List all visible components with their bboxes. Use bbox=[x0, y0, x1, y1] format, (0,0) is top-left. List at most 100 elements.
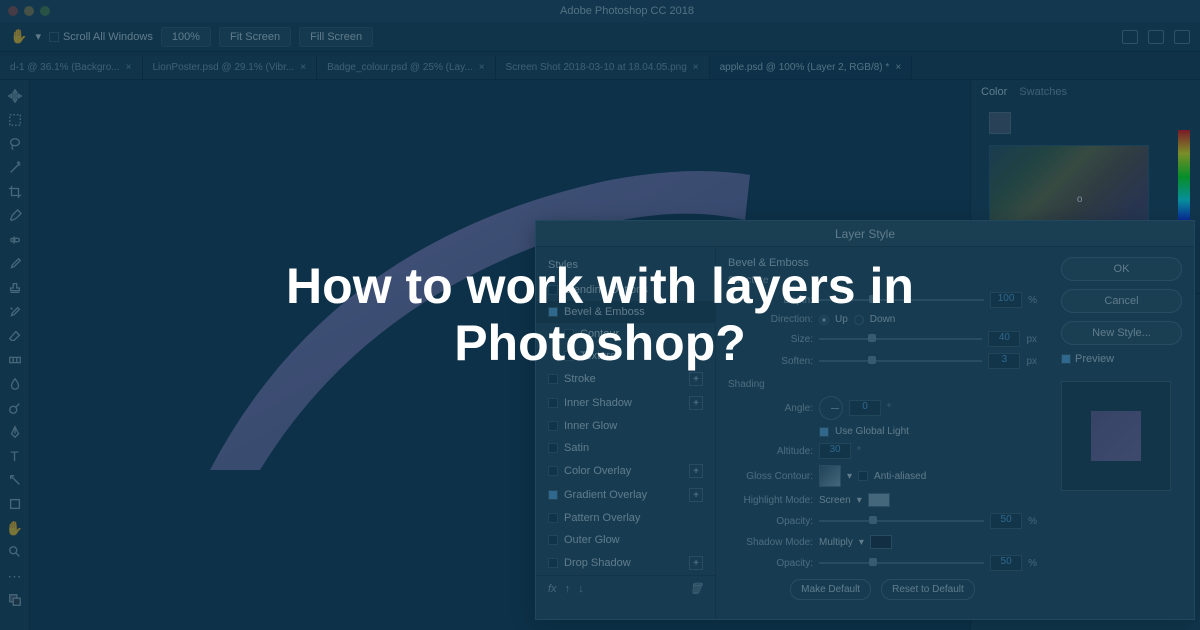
soften-slider[interactable] bbox=[819, 360, 982, 362]
style-checkbox[interactable] bbox=[564, 329, 574, 339]
zoom-level[interactable]: 100% bbox=[161, 27, 211, 47]
scroll-all-checkbox[interactable]: Scroll All Windows bbox=[49, 31, 153, 43]
move-tool-icon[interactable] bbox=[0, 84, 29, 108]
style-row[interactable]: Inner Glow bbox=[536, 415, 715, 437]
style-checkbox[interactable] bbox=[548, 466, 558, 476]
dropdown-icon[interactable]: ▾ bbox=[859, 537, 864, 548]
angle-dial[interactable] bbox=[819, 396, 843, 420]
depth-input[interactable]: 100 bbox=[990, 292, 1022, 308]
highlight-mode-select[interactable]: Screen bbox=[819, 495, 851, 506]
shadow-color-swatch[interactable] bbox=[870, 535, 892, 549]
fill-screen-button[interactable]: Fill Screen bbox=[299, 27, 373, 47]
up-icon[interactable]: ↑ bbox=[565, 583, 571, 595]
style-row[interactable]: Inner Shadow+ bbox=[536, 391, 715, 415]
shape-tool-icon[interactable] bbox=[0, 492, 29, 516]
close-icon[interactable] bbox=[8, 6, 18, 16]
brush-tool-icon[interactable] bbox=[0, 252, 29, 276]
blur-tool-icon[interactable] bbox=[0, 372, 29, 396]
antialias-checkbox[interactable] bbox=[858, 471, 868, 481]
eraser-tool-icon[interactable] bbox=[0, 324, 29, 348]
shadow-mode-select[interactable]: Multiply bbox=[819, 537, 853, 548]
style-checkbox[interactable] bbox=[548, 443, 558, 453]
more-tools-icon[interactable]: ⋯ bbox=[0, 564, 29, 588]
stamp-tool-icon[interactable] bbox=[0, 276, 29, 300]
pen-tool-icon[interactable] bbox=[0, 420, 29, 444]
close-icon[interactable]: × bbox=[895, 62, 901, 73]
style-row[interactable]: Contour bbox=[536, 323, 715, 345]
close-icon[interactable]: × bbox=[693, 62, 699, 73]
share-icon[interactable] bbox=[1174, 30, 1190, 44]
dodge-tool-icon[interactable] bbox=[0, 396, 29, 420]
style-checkbox[interactable] bbox=[548, 513, 558, 523]
zoom-tool-icon[interactable] bbox=[0, 540, 29, 564]
heal-tool-icon[interactable] bbox=[0, 228, 29, 252]
cancel-button[interactable]: Cancel bbox=[1061, 289, 1182, 313]
make-default-button[interactable]: Make Default bbox=[790, 579, 871, 600]
tab-doc-1[interactable]: d-1 @ 36.1% (Backgro...× bbox=[0, 56, 143, 79]
ok-button[interactable]: OK bbox=[1061, 257, 1182, 281]
close-icon[interactable]: × bbox=[300, 62, 306, 73]
hand-tool-icon[interactable]: ✋ bbox=[0, 516, 29, 540]
h-opacity-input[interactable]: 50 bbox=[990, 513, 1022, 529]
tab-doc-3[interactable]: Badge_colour.psd @ 25% (Lay...× bbox=[317, 56, 495, 79]
hand-tool-icon[interactable]: ✋ bbox=[10, 28, 27, 45]
new-style-button[interactable]: New Style... bbox=[1061, 321, 1182, 345]
history-brush-icon[interactable] bbox=[0, 300, 29, 324]
soften-input[interactable]: 3 bbox=[988, 353, 1020, 369]
style-row[interactable]: Pattern Overlay bbox=[536, 507, 715, 529]
fg-swatch[interactable] bbox=[989, 112, 1011, 134]
marquee-tool-icon[interactable] bbox=[0, 108, 29, 132]
style-row[interactable]: Texture bbox=[536, 345, 715, 367]
preview-checkbox[interactable]: Preview bbox=[1061, 353, 1182, 365]
style-row[interactable]: Color Overlay+ bbox=[536, 459, 715, 483]
style-checkbox[interactable] bbox=[564, 351, 574, 361]
minimize-icon[interactable] bbox=[24, 6, 34, 16]
plus-icon[interactable]: + bbox=[689, 396, 703, 410]
down-icon[interactable]: ↓ bbox=[578, 583, 584, 595]
up-radio[interactable] bbox=[819, 315, 829, 325]
crop-tool-icon[interactable] bbox=[0, 180, 29, 204]
plus-icon[interactable]: + bbox=[689, 464, 703, 478]
down-radio[interactable] bbox=[854, 315, 864, 325]
style-row[interactable]: Gradient Overlay+ bbox=[536, 483, 715, 507]
dropdown-icon[interactable]: ▾ bbox=[857, 495, 862, 506]
global-light-checkbox[interactable] bbox=[819, 427, 829, 437]
plus-icon[interactable]: + bbox=[689, 488, 703, 502]
color-swatch-icon[interactable] bbox=[0, 588, 29, 612]
lasso-tool-icon[interactable] bbox=[0, 132, 29, 156]
style-row[interactable]: Outer Glow bbox=[536, 529, 715, 551]
style-checkbox[interactable] bbox=[548, 307, 558, 317]
fit-screen-button[interactable]: Fit Screen bbox=[219, 27, 291, 47]
style-row[interactable]: Stroke+ bbox=[536, 367, 715, 391]
trash-icon[interactable]: 🗑 bbox=[689, 582, 703, 595]
eyedropper-tool-icon[interactable] bbox=[0, 204, 29, 228]
style-checkbox[interactable] bbox=[548, 490, 558, 500]
altitude-input[interactable]: 30 bbox=[819, 443, 851, 459]
h-opacity-slider[interactable] bbox=[819, 520, 984, 522]
style-checkbox[interactable] bbox=[548, 421, 558, 431]
tab-doc-2[interactable]: LionPoster.psd @ 29.1% (Vibr...× bbox=[143, 56, 318, 79]
gradient-tool-icon[interactable] bbox=[0, 348, 29, 372]
s-opacity-slider[interactable] bbox=[819, 562, 984, 564]
maximize-icon[interactable] bbox=[40, 6, 50, 16]
search-icon[interactable] bbox=[1122, 30, 1138, 44]
gloss-contour[interactable] bbox=[819, 465, 841, 487]
size-slider[interactable] bbox=[819, 338, 982, 340]
tab-doc-5[interactable]: apple.psd @ 100% (Layer 2, RGB/8) *× bbox=[710, 56, 913, 79]
size-input[interactable]: 40 bbox=[988, 331, 1020, 347]
wand-tool-icon[interactable] bbox=[0, 156, 29, 180]
highlight-color-swatch[interactable] bbox=[868, 493, 890, 507]
fx-label[interactable]: fx bbox=[548, 583, 557, 595]
close-icon[interactable]: × bbox=[126, 62, 132, 73]
path-tool-icon[interactable] bbox=[0, 468, 29, 492]
style-row[interactable]: Drop Shadow+ bbox=[536, 551, 715, 575]
style-checkbox[interactable] bbox=[548, 535, 558, 545]
style-checkbox[interactable] bbox=[548, 374, 558, 384]
style-checkbox[interactable] bbox=[548, 285, 558, 295]
style-checkbox[interactable] bbox=[548, 558, 558, 568]
plus-icon[interactable]: + bbox=[689, 372, 703, 386]
style-row[interactable]: Bevel & Emboss bbox=[536, 301, 715, 323]
color-tab[interactable]: Color bbox=[981, 86, 1007, 98]
type-tool-icon[interactable]: T bbox=[0, 444, 29, 468]
depth-slider[interactable] bbox=[819, 299, 984, 301]
